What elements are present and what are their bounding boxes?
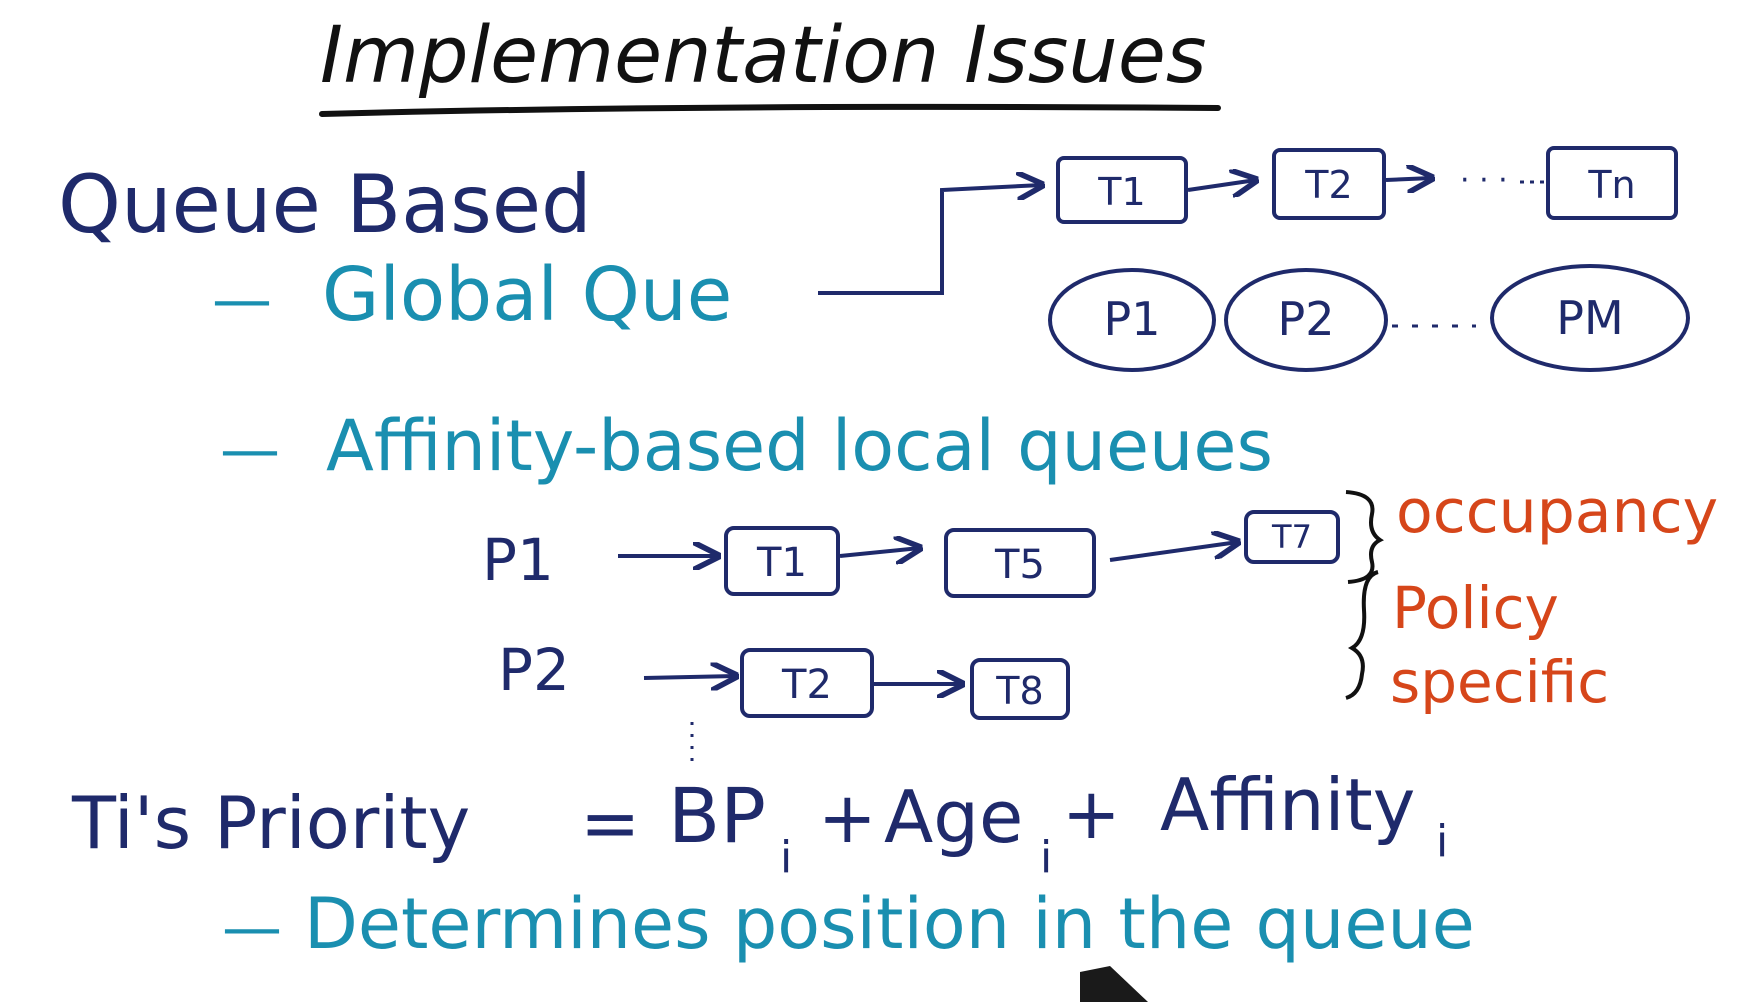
local-thread-box: T8 <box>970 658 1070 720</box>
global-queue-dash: — <box>212 265 272 335</box>
affinity-queues-label: Affinity-based local queues <box>326 405 1273 487</box>
determines-text: Determines position in the queue <box>304 883 1475 965</box>
local-queue-arrow <box>839 548 920 556</box>
processor-label: P1 <box>1103 292 1160 346</box>
local-thread-box: T5 <box>944 528 1096 598</box>
priority-label: Ti's Priority <box>71 781 470 865</box>
processor-circle: PM <box>1490 264 1690 372</box>
local-thread-label: T5 <box>994 542 1045 588</box>
priority-equals: = <box>580 781 640 865</box>
global-thread-label: T1 <box>1097 170 1145 214</box>
global-queue-arrow <box>1187 180 1256 190</box>
priority-plus: + <box>818 777 877 859</box>
processor-label: P2 <box>1277 292 1334 346</box>
local-thread-box: T1 <box>724 526 840 596</box>
local-thread-box: T2 <box>740 648 874 718</box>
priority-bp: BP <box>668 771 766 860</box>
local-queue-processor: P2 <box>498 636 570 704</box>
global-queue-connector <box>818 185 1042 295</box>
occupancy-brace <box>1345 490 1384 584</box>
priority-affinity: Affinity <box>1160 763 1415 847</box>
priority-subscript: i <box>1436 816 1448 867</box>
global-thread-box: Tn <box>1546 146 1678 220</box>
whiteboard-canvas: Implementation Issues Queue Based — Glob… <box>58 11 1718 1002</box>
policy-brace <box>1345 570 1379 700</box>
global-thread-box: T2 <box>1272 148 1386 220</box>
local-thread-label: T7 <box>1271 518 1312 556</box>
local-thread-label: T8 <box>995 669 1043 713</box>
queue-based-heading: Queue Based <box>58 158 592 251</box>
global-queue-arrow <box>1385 178 1432 180</box>
local-queue-arrow <box>1109 542 1238 562</box>
local-thread-label: T1 <box>756 540 807 586</box>
global-thread-box: T1 <box>1056 156 1188 224</box>
global-thread-label: T2 <box>1304 163 1352 207</box>
priority-subscript: i <box>1040 832 1052 883</box>
priority-age: Age <box>884 775 1023 859</box>
specific-annotation: specific <box>1390 648 1609 716</box>
policy-annotation: Policy <box>1392 574 1559 642</box>
local-thread-box: T7 <box>1244 510 1340 564</box>
priority-plus: + <box>1062 773 1121 855</box>
determines-dash: — <box>222 893 282 963</box>
global-queue-label: Global Que <box>322 252 732 338</box>
stylus-shadow <box>1080 966 1148 1002</box>
processor-label: PM <box>1556 291 1623 345</box>
affinity-dash: — <box>220 415 280 485</box>
occupancy-annotation: occupancy <box>1396 477 1718 547</box>
priority-subscript: i <box>780 832 792 883</box>
title-underline <box>319 103 1221 117</box>
processor-circle: P2 <box>1224 268 1388 372</box>
global-thread-label: Tn <box>1587 163 1635 207</box>
processor-circle: P1 <box>1048 268 1216 372</box>
global-queue-ellipsis: · · · <box>1460 163 1508 198</box>
local-queue-processor: P1 <box>482 526 554 594</box>
local-queue-arrow <box>643 676 736 678</box>
local-thread-label: T2 <box>781 662 832 708</box>
page-title: Implementation Issues <box>320 11 1207 101</box>
